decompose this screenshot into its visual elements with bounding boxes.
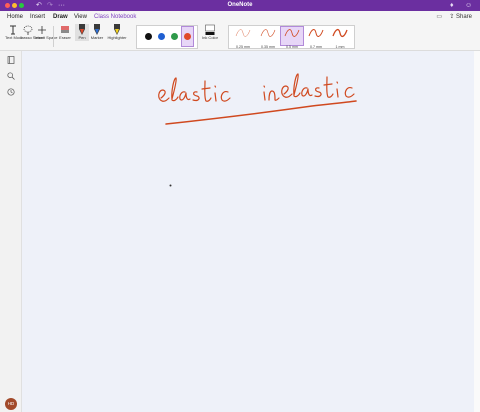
tab-insert[interactable]: Insert xyxy=(30,13,45,22)
thickness-option[interactable]: 1 mm xyxy=(328,27,352,49)
squiggle-icon xyxy=(332,28,348,38)
ink-drawing xyxy=(158,73,357,187)
insert-space-label: Insert Space xyxy=(35,35,58,40)
eraser-label: Eraser xyxy=(59,35,71,40)
handwriting-letter xyxy=(220,91,231,102)
ink-dot xyxy=(169,184,172,187)
ribbon-divider xyxy=(53,26,54,47)
thickness-option[interactable]: 0.35 mm xyxy=(256,27,280,49)
thickness-label: 1 mm xyxy=(335,45,345,49)
app-title: OneNote xyxy=(227,2,253,8)
squiggle-icon xyxy=(260,29,276,37)
search-icon[interactable] xyxy=(7,72,15,80)
notifications-icon[interactable]: ♦ xyxy=(450,1,454,10)
text-mode-label: Text Mode xyxy=(5,35,24,40)
thickness-label: 0.35 mm xyxy=(261,45,275,49)
comments-icon[interactable]: ▭ xyxy=(436,13,442,20)
lasso-select-button[interactable]: Lasso Select xyxy=(21,24,44,41)
share-button[interactable]: ⇪ Share xyxy=(449,13,472,22)
note-canvas[interactable] xyxy=(22,51,474,412)
highlighter-button[interactable]: Highlighter xyxy=(106,24,128,41)
marker-button[interactable]: Marker xyxy=(90,24,104,41)
color-swatch-orange[interactable] xyxy=(184,33,191,40)
vertical-scrollbar[interactable] xyxy=(474,51,480,412)
smiley-feedback-icon[interactable]: ☺ xyxy=(465,1,472,10)
thickness-label: 0.25 mm xyxy=(236,45,250,49)
handwriting-letter xyxy=(344,87,355,98)
highlighter-label: Highlighter xyxy=(107,35,127,40)
thickness-option[interactable]: 0.25 mm xyxy=(231,27,255,49)
title-bar: ↶ ↷ ··· OneNote ♦ ☺ xyxy=(0,0,480,11)
handwriting-letter xyxy=(336,81,339,98)
ink-color-palette xyxy=(136,25,198,49)
insert-space-button[interactable]: Insert Space xyxy=(35,24,58,41)
lasso-select-label: Lasso Select xyxy=(21,35,44,40)
handwriting-underline xyxy=(165,100,357,125)
eraser-button[interactable]: Eraser xyxy=(57,24,73,41)
pen-thickness-gallery: 0.25 mm 0.35 mm 0.5 mm 0.7 mm 1 mm xyxy=(228,25,355,49)
pen-button[interactable]: Pen xyxy=(75,24,89,41)
pen-label: Pen xyxy=(78,35,86,40)
handwriting-letter xyxy=(293,73,301,98)
handwriting-letter xyxy=(214,85,217,102)
notebooks-icon[interactable] xyxy=(7,56,15,64)
share-icon: ⇪ xyxy=(449,14,455,20)
thickness-label: 0.7 mm xyxy=(310,45,322,49)
menu-tab-bar: Home Insert Draw View Class Notebook ▭ ⇪… xyxy=(0,11,480,24)
ink-color-button[interactable]: Ink Color xyxy=(200,24,220,41)
squiggle-icon xyxy=(284,29,300,37)
tab-view[interactable]: View xyxy=(74,13,87,22)
marker-label: Marker xyxy=(90,35,104,40)
squiggle-icon xyxy=(308,29,324,37)
tab-draw[interactable]: Draw xyxy=(53,13,68,24)
draw-ribbon: Text Mode Lasso Select Insert Space Eras… xyxy=(0,23,480,51)
avatar[interactable]: HD xyxy=(5,398,17,410)
handwriting-letter xyxy=(268,90,280,101)
color-swatch-green[interactable] xyxy=(171,33,178,40)
handwriting-letter xyxy=(263,85,266,101)
thickness-option-selected[interactable]: 0.5 mm xyxy=(280,26,304,49)
left-navigation: HD xyxy=(0,51,22,412)
handwriting-letter xyxy=(201,80,212,102)
recent-clock-icon[interactable] xyxy=(7,88,15,96)
handwriting-letter xyxy=(281,85,293,98)
handwriting-letter xyxy=(171,77,179,102)
share-label: Share xyxy=(455,14,472,20)
color-swatch-black[interactable] xyxy=(145,33,152,40)
ink-color-label: Ink Color xyxy=(201,35,218,40)
tab-home[interactable]: Home xyxy=(7,13,23,22)
handwriting-letter xyxy=(158,89,170,102)
handwriting-letter xyxy=(192,91,200,102)
thickness-label: 0.5 mm xyxy=(286,45,298,49)
onenote-window: ↶ ↷ ··· OneNote ♦ ☺ Home Insert Draw Vie… xyxy=(0,0,480,412)
text-mode-button[interactable]: Text Mode xyxy=(5,24,24,41)
handwriting-letter xyxy=(314,87,322,98)
handwriting-letter xyxy=(301,87,313,97)
handwriting-letter xyxy=(179,91,191,101)
thickness-option[interactable]: 0.7 mm xyxy=(304,27,328,49)
tab-class-notebook[interactable]: Class Notebook xyxy=(94,13,136,22)
squiggle-icon xyxy=(235,29,251,37)
color-swatch-blue[interactable] xyxy=(158,33,165,40)
handwriting-letter xyxy=(323,76,334,98)
